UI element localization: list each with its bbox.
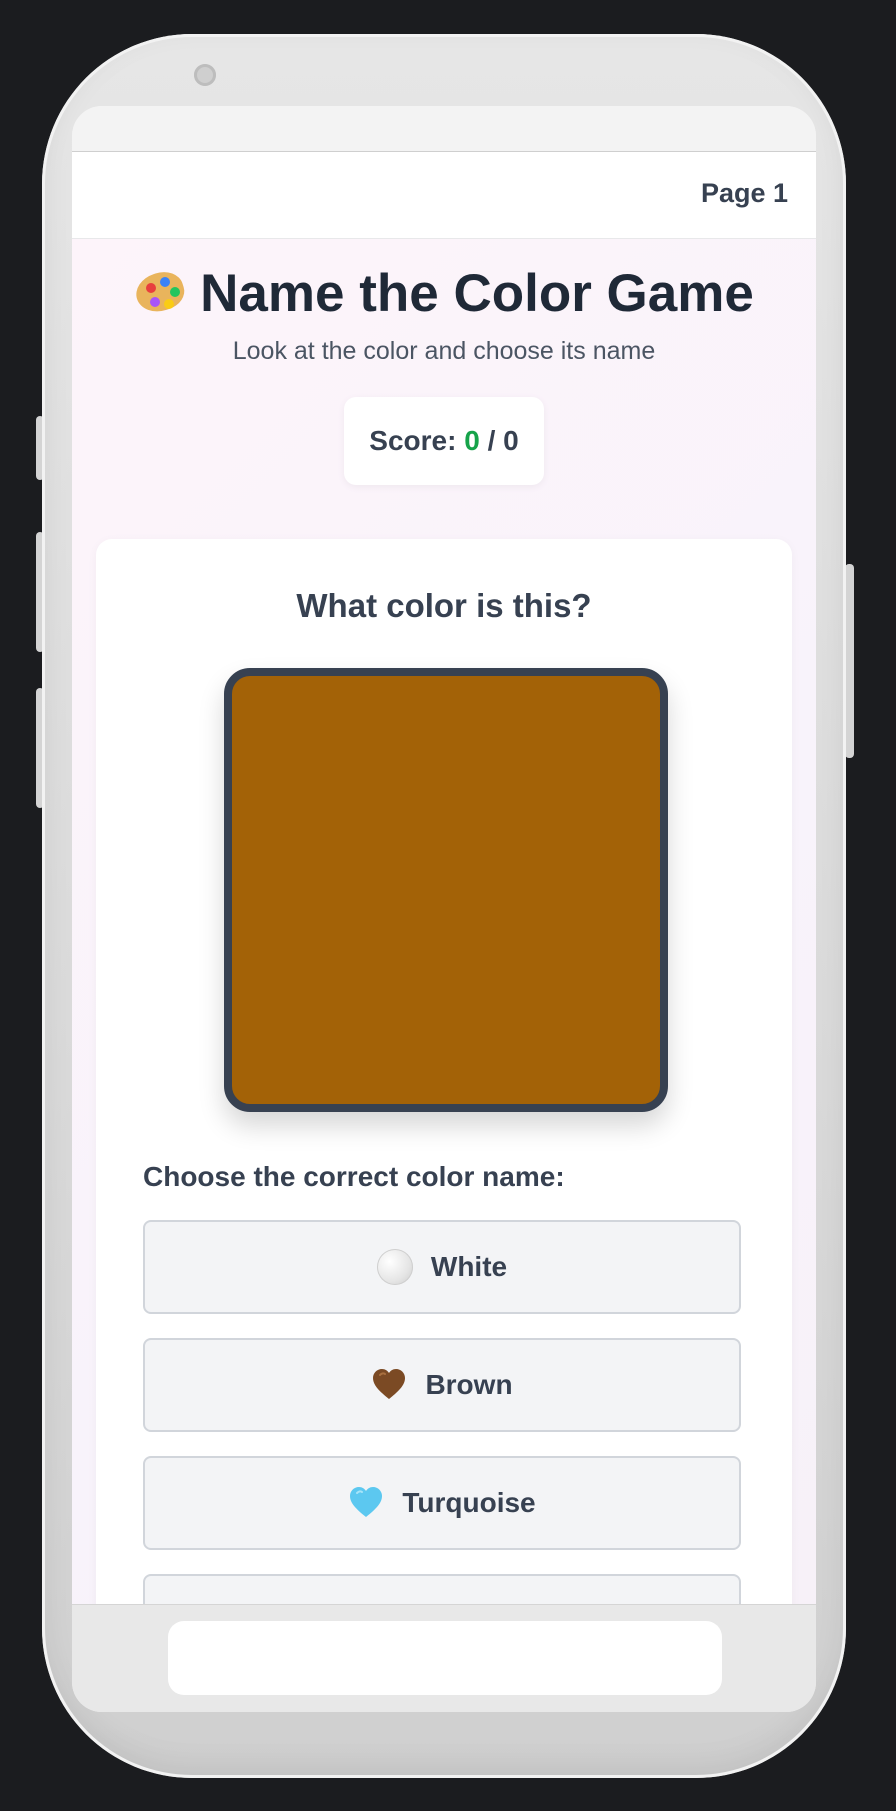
page-indicator: Page 1	[700, 178, 788, 208]
light-blue-heart-icon	[348, 1485, 384, 1521]
camera-icon	[194, 64, 216, 86]
option-label: Brown	[425, 1369, 513, 1400]
white-circle-icon	[376, 1249, 413, 1285]
title-text: Name the Color Game	[200, 264, 754, 323]
game-content: Name the Color Game Look at the color an…	[72, 239, 816, 1604]
phone-power-button	[845, 564, 854, 758]
brown-heart-icon	[371, 1367, 407, 1403]
artist-palette-icon	[131, 266, 189, 318]
score-display: Score: 0 / 0	[344, 397, 544, 485]
device-stage: Page 1 Name the Color Game Look at the c…	[0, 0, 896, 1811]
score-correct-count: 0	[464, 425, 480, 456]
top-bar: Page 1	[72, 152, 816, 239]
score-total-count: 0	[503, 425, 519, 456]
option-button-white[interactable]: White	[143, 1220, 741, 1314]
subtitle: Look at the color and choose its name	[232, 337, 656, 365]
score-separator: /	[479, 425, 504, 456]
option-button-brown[interactable]: Brown	[143, 1338, 741, 1432]
status-bar	[72, 106, 816, 152]
phone-screen: Page 1 Name the Color Game Look at the c…	[72, 106, 816, 1712]
option-button-turquoise[interactable]: Turquoise	[143, 1456, 741, 1550]
page-title: Name the Color Game	[72, 263, 816, 324]
address-bar[interactable]	[168, 1621, 722, 1695]
option-label: White	[430, 1251, 508, 1282]
score-label: Score:	[369, 425, 465, 456]
browser-bottom-bar	[72, 1604, 816, 1712]
choose-label: Choose the correct color name:	[143, 1161, 565, 1192]
option-label: Turquoise	[402, 1487, 536, 1518]
question-card: What color is this? Choose the correct c…	[96, 539, 792, 1604]
color-swatch	[224, 668, 668, 1112]
option-button-4[interactable]	[143, 1574, 741, 1604]
question-text: What color is this?	[296, 587, 592, 624]
